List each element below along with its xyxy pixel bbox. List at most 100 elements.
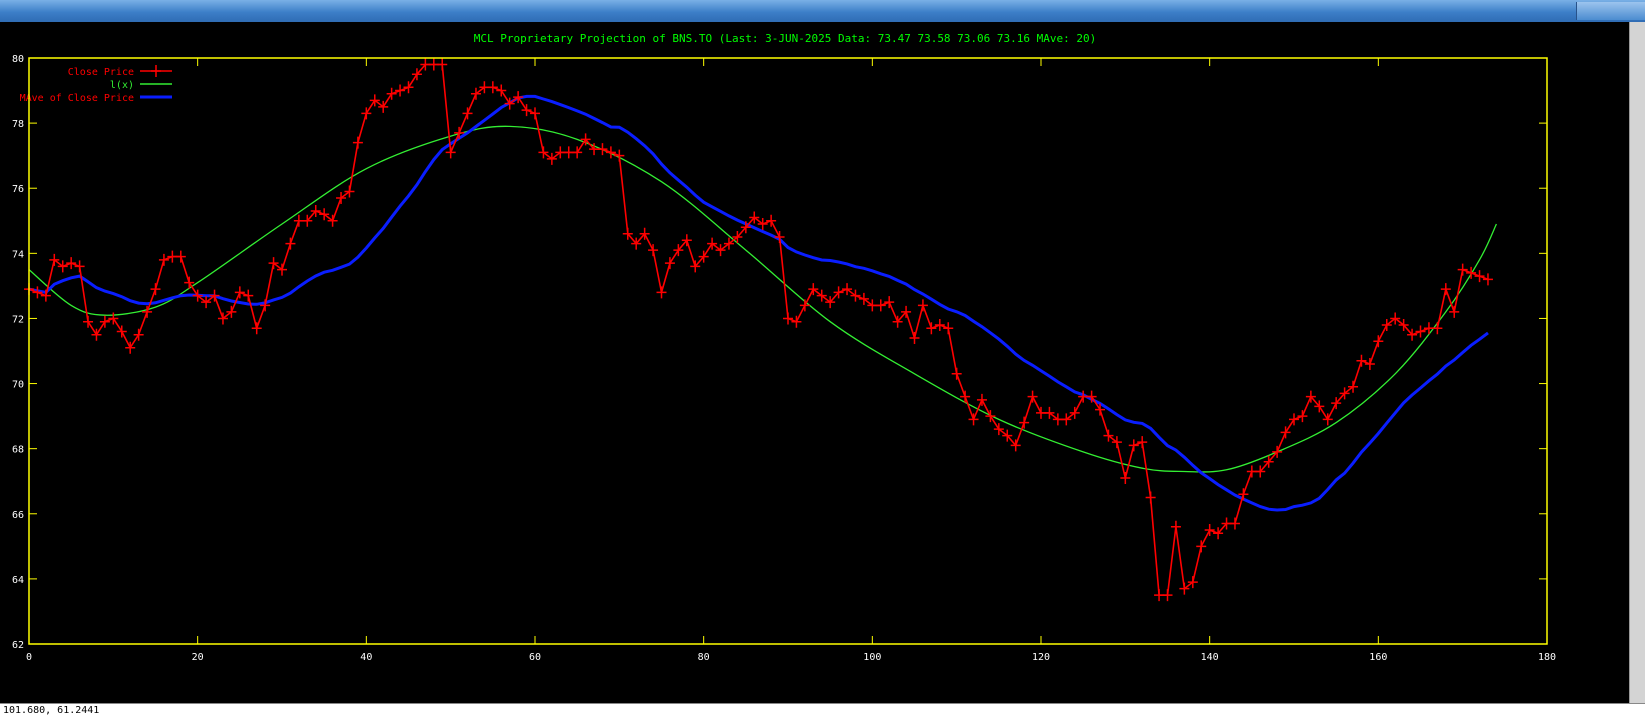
close-price-marker xyxy=(842,283,853,296)
close-price-marker xyxy=(32,286,43,299)
close-price-marker xyxy=(1170,520,1181,533)
close-price-marker xyxy=(1356,354,1367,367)
close-price-marker xyxy=(1432,322,1443,335)
close-price-marker xyxy=(1348,380,1359,393)
close-price-marker xyxy=(816,289,827,302)
close-price-marker xyxy=(487,81,498,94)
close-price-line xyxy=(28,63,1489,597)
close-price-marker xyxy=(968,413,979,426)
legend-label: l(x) xyxy=(110,80,134,91)
close-price-marker xyxy=(1373,335,1384,348)
close-price-marker xyxy=(1457,263,1468,276)
close-price-marker xyxy=(344,185,355,198)
close-price-marker xyxy=(1019,416,1030,429)
x-tick-label: 160 xyxy=(1369,652,1387,663)
close-price-marker xyxy=(209,289,220,302)
close-price-marker xyxy=(530,107,540,120)
close-price-marker xyxy=(715,244,726,257)
close-price-marker xyxy=(858,292,869,305)
y-tick-label: 66 xyxy=(12,510,24,521)
plot-frame xyxy=(28,57,1548,645)
close-price-marker xyxy=(1137,436,1148,449)
close-price-marker xyxy=(1196,540,1207,553)
mave-line xyxy=(28,94,1489,512)
close-price-marker xyxy=(66,257,77,270)
x-tick-label: 140 xyxy=(1201,652,1219,663)
x-tick-label: 60 xyxy=(529,652,541,663)
y-tick-label: 72 xyxy=(12,314,24,325)
close-price-marker xyxy=(1179,582,1190,595)
close-price-marker xyxy=(150,283,161,296)
close-price-marker xyxy=(1204,524,1215,537)
legend-marker xyxy=(151,65,161,77)
close-price-marker xyxy=(1061,413,1072,426)
close-price-marker xyxy=(1187,576,1198,589)
x-tick-label: 180 xyxy=(1538,652,1556,663)
close-price-marker xyxy=(648,244,659,257)
close-price-marker xyxy=(226,305,237,318)
x-tick-label: 20 xyxy=(192,652,204,663)
close-price-marker xyxy=(1364,358,1375,371)
close-price-marker xyxy=(766,214,777,227)
x-tick-label: 80 xyxy=(698,652,710,663)
close-price-marker xyxy=(74,260,85,273)
close-price-marker xyxy=(243,289,254,302)
chart-title: MCL Proprietary Projection of BNS.TO (La… xyxy=(474,32,1097,45)
close-price-marker xyxy=(538,146,549,159)
plot-window: MCL Proprietary Projection of BNS.TO (La… xyxy=(0,22,1629,703)
close-price-marker xyxy=(201,296,212,309)
close-price-marker xyxy=(445,146,456,159)
y-tick-label: 68 xyxy=(12,445,24,456)
y-tick-label: 78 xyxy=(12,119,24,130)
window-control-button[interactable] xyxy=(1576,2,1645,20)
close-price-marker xyxy=(1229,517,1240,530)
close-price-marker xyxy=(850,289,861,302)
close-price-marker xyxy=(234,286,245,299)
price-projection-chart: MCL Proprietary Projection of BNS.TO (La… xyxy=(12,32,1556,663)
x-tick-label: 120 xyxy=(1032,652,1050,663)
close-price-marker xyxy=(1120,471,1131,484)
close-price-marker xyxy=(791,315,802,328)
close-price-marker xyxy=(976,393,987,406)
close-price-marker xyxy=(1145,491,1156,504)
close-price-marker xyxy=(217,312,228,325)
close-price-marker xyxy=(934,318,945,331)
close-price-marker xyxy=(783,312,793,325)
close-price-marker xyxy=(951,367,962,380)
close-price-marker xyxy=(277,263,287,276)
close-price-marker xyxy=(319,208,330,221)
y-tick-label: 80 xyxy=(12,54,24,65)
close-price-marker xyxy=(1390,312,1401,325)
close-price-marker xyxy=(1440,283,1451,296)
close-price-marker xyxy=(1381,318,1392,331)
close-price-marker xyxy=(395,84,406,97)
window-edge-strip xyxy=(1629,22,1645,703)
close-price-marker xyxy=(142,305,153,318)
y-tick-label: 70 xyxy=(12,380,24,391)
close-price-marker xyxy=(1069,406,1080,419)
close-price-marker xyxy=(917,299,928,312)
close-price-marker xyxy=(158,253,169,266)
close-price-marker xyxy=(251,322,262,335)
close-price-marker xyxy=(808,283,819,296)
close-price-marker xyxy=(285,237,296,250)
close-price-marker xyxy=(926,322,937,335)
close-price-marker xyxy=(1449,305,1460,318)
close-price-marker xyxy=(462,107,473,120)
close-price-marker xyxy=(175,250,186,263)
x-tick-label: 0 xyxy=(26,652,32,663)
close-price-marker xyxy=(336,191,347,204)
y-tick-label: 74 xyxy=(12,249,24,260)
x-tick-label: 40 xyxy=(360,652,372,663)
close-price-marker xyxy=(875,299,886,312)
close-price-marker xyxy=(1027,390,1038,403)
close-price-marker xyxy=(1128,439,1139,452)
close-price-marker xyxy=(656,286,667,299)
close-price-marker xyxy=(1044,406,1055,419)
close-price-marker xyxy=(943,322,954,335)
close-price-marker xyxy=(49,253,60,266)
cursor-coordinates: 101.680, 61.2441 xyxy=(3,705,100,716)
y-tick-label: 64 xyxy=(12,575,24,586)
close-price-marker xyxy=(1162,589,1173,602)
window-titlebar xyxy=(0,0,1645,22)
